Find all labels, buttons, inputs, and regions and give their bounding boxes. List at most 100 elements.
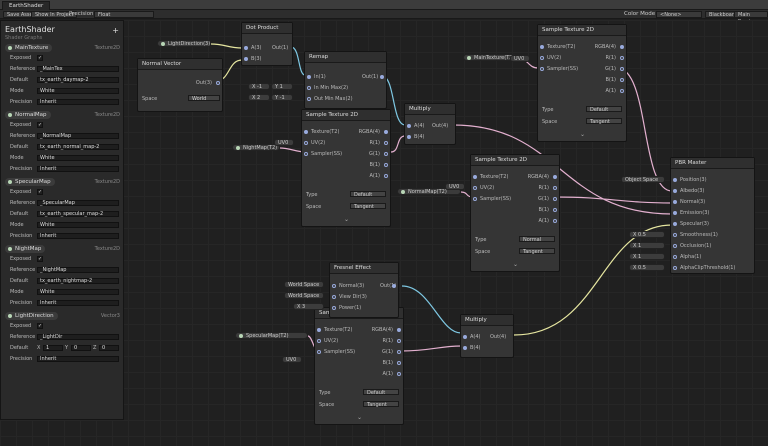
window-tab[interactable]: EarthShader: [2, 1, 51, 10]
input-pin-icon[interactable]: [317, 339, 321, 343]
input-pin-icon[interactable]: [244, 46, 248, 50]
property-pill[interactable]: NormalMap: [5, 111, 51, 119]
output-pin-icon[interactable]: [397, 372, 401, 376]
input-pin-icon[interactable]: [673, 200, 677, 204]
output-pin-icon[interactable]: [216, 81, 220, 85]
property-exposed-field[interactable]: ✓: [37, 256, 43, 262]
output-pin-icon[interactable]: [620, 67, 624, 71]
remap-out-min-field[interactable]: X 2: [248, 94, 270, 101]
output-pin-icon[interactable]: [553, 175, 557, 179]
property-pill[interactable]: SpecularMap: [5, 178, 55, 186]
input-pin-icon[interactable]: [540, 45, 544, 49]
input-pin-icon[interactable]: [673, 211, 677, 215]
space-dropdown[interactable]: Tangent: [363, 401, 399, 408]
fresnel-effect-node[interactable]: Fresnel Effect Normal(3) View Dir(3) Pow…: [329, 262, 399, 318]
output-pin-icon[interactable]: [620, 78, 624, 82]
property-mode-field[interactable]: White: [37, 155, 119, 161]
precision-dropdown[interactable]: Float: [94, 11, 154, 18]
input-pin-icon[interactable]: [317, 350, 321, 354]
output-pin-icon[interactable]: [620, 45, 624, 49]
input-pin-icon[interactable]: [332, 306, 336, 310]
input-pin-icon[interactable]: [673, 266, 677, 270]
remap-in-min-field[interactable]: X -1: [248, 83, 270, 90]
type-dropdown[interactable]: Default: [363, 389, 399, 396]
input-pin-icon[interactable]: [463, 335, 467, 339]
property-default-field[interactable]: tx_earth_specular_map-2: [37, 211, 119, 217]
space-dropdown[interactable]: Tangent: [519, 248, 555, 255]
space-dropdown[interactable]: World: [188, 95, 220, 102]
remap-out-max-field[interactable]: Y -1: [271, 94, 293, 101]
property-mode-field[interactable]: White: [37, 222, 119, 228]
property-default-field[interactable]: tx_earth_normal_map-2: [37, 144, 119, 150]
property-precision-field[interactable]: Inherit: [37, 356, 119, 362]
output-pin-icon[interactable]: [397, 339, 401, 343]
property-mode-field[interactable]: White: [37, 88, 119, 94]
remap-node[interactable]: Remap In(1) In Min Max(2) Out Min Max(2)…: [304, 51, 387, 109]
sample-night-node[interactable]: Sample Texture 2D Texture(T2) UV(2) Sampler…: [301, 109, 391, 227]
property-precision-field[interactable]: Inherit: [37, 99, 119, 105]
fresnel-power-field[interactable]: X 3: [293, 303, 324, 310]
property-precision-field[interactable]: Inherit: [37, 166, 119, 172]
output-pin-icon[interactable]: [384, 152, 388, 156]
output-pin-icon[interactable]: [553, 186, 557, 190]
input-pin-icon[interactable]: [473, 175, 477, 179]
uv-channel-input[interactable]: UV0: [274, 139, 294, 146]
property-reference-field[interactable]: _NightMap: [37, 267, 119, 273]
input-pin-icon[interactable]: [673, 189, 677, 193]
type-dropdown[interactable]: Default: [350, 191, 386, 198]
input-pin-icon[interactable]: [673, 255, 677, 259]
type-dropdown[interactable]: Normal: [519, 236, 555, 243]
output-pin-icon[interactable]: [384, 141, 388, 145]
space-dropdown[interactable]: Tangent: [586, 118, 622, 125]
alpha-clip-field[interactable]: X 0.5: [629, 264, 665, 271]
input-pin-icon[interactable]: [673, 178, 677, 182]
specular-map-property-node[interactable]: SpecularMap(T2): [235, 332, 308, 339]
color-mode-dropdown[interactable]: <None>: [656, 11, 702, 18]
uv-channel-input[interactable]: UV0: [445, 183, 465, 190]
occlusion-field[interactable]: X 1: [629, 242, 665, 249]
input-pin-icon[interactable]: [332, 295, 336, 299]
uv-channel-input[interactable]: UV0: [510, 55, 530, 62]
output-pin-icon[interactable]: [553, 219, 557, 223]
input-pin-icon[interactable]: [407, 135, 411, 139]
input-pin-icon[interactable]: [673, 222, 677, 226]
property-reference-field[interactable]: _MainTex: [37, 66, 119, 72]
night-map-property-node[interactable]: NightMap(T2): [232, 144, 280, 151]
chevron-down-icon[interactable]: ⌄: [344, 216, 349, 223]
input-pin-icon[interactable]: [540, 56, 544, 60]
vector-z-field[interactable]: 0: [99, 345, 119, 351]
property-exposed-field[interactable]: ✓: [37, 323, 43, 329]
input-pin-icon[interactable]: [317, 328, 321, 332]
property-exposed-field[interactable]: ✓: [37, 189, 43, 195]
chevron-down-icon[interactable]: ⌄: [513, 261, 518, 268]
input-pin-icon[interactable]: [463, 346, 467, 350]
property-reference-field[interactable]: _LightDir: [37, 334, 119, 340]
smoothness-field[interactable]: X 0.5: [629, 231, 665, 238]
sample-normal-node[interactable]: Sample Texture 2D Texture(T2) UV(2) Sampler…: [470, 154, 560, 272]
type-dropdown[interactable]: Default: [586, 106, 622, 113]
multiply-node-2[interactable]: Multiply A(4) B(4) Out(4): [460, 314, 514, 358]
light-direction-property-node[interactable]: LightDirection(3): [157, 40, 211, 47]
main-preview-button[interactable]: Main Preview: [734, 11, 768, 25]
input-pin-icon[interactable]: [540, 67, 544, 71]
property-default-field[interactable]: tx_earth_nightmap-2: [37, 278, 119, 284]
output-pin-icon[interactable]: [620, 56, 624, 60]
chevron-down-icon[interactable]: ⌄: [580, 131, 585, 138]
fresnel-view-input[interactable]: World Space: [284, 292, 324, 299]
output-pin-icon[interactable]: [384, 174, 388, 178]
dot-product-node[interactable]: Dot Product A(3) B(3) Out(1): [241, 22, 293, 66]
output-pin-icon[interactable]: [553, 208, 557, 212]
input-pin-icon[interactable]: [407, 124, 411, 128]
input-pin-icon[interactable]: [307, 86, 311, 90]
normal-vector-node[interactable]: Normal Vector Out(3) Space World: [137, 58, 223, 112]
input-pin-icon[interactable]: [304, 141, 308, 145]
multiply-node-1[interactable]: Multiply A(4) B(4) Out(4): [404, 103, 456, 145]
input-pin-icon[interactable]: [332, 284, 336, 288]
position-space-input[interactable]: Object Space: [621, 176, 665, 183]
property-exposed-field[interactable]: ✓: [37, 122, 43, 128]
sample-spec-node[interactable]: Sample Texture 2DTexture(T2)UV(2)Sampler…: [314, 307, 404, 425]
property-exposed-field[interactable]: ✓: [37, 55, 43, 61]
output-pin-icon[interactable]: [397, 361, 401, 365]
fresnel-normal-input[interactable]: World Space: [284, 281, 324, 288]
remap-in-max-field[interactable]: Y 1: [271, 83, 293, 90]
